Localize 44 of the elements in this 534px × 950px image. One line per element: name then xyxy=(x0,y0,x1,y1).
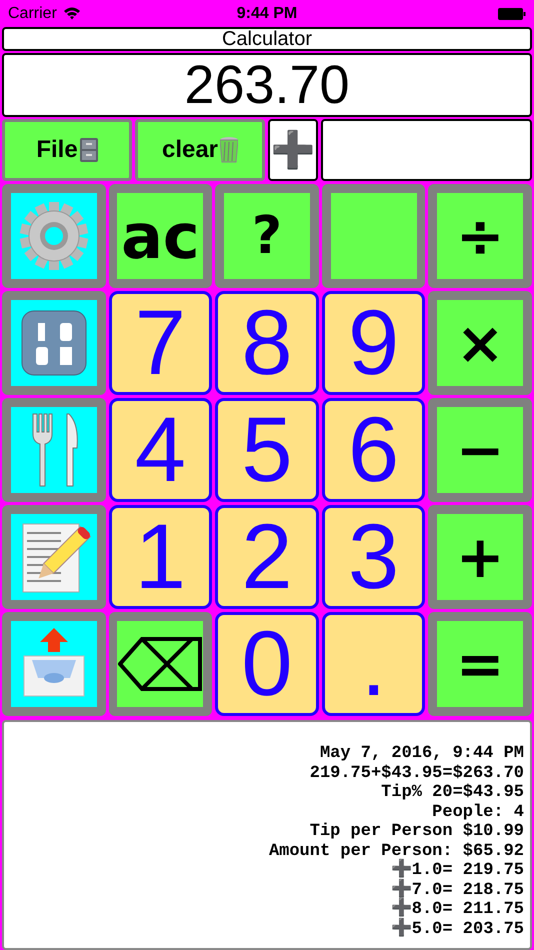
digit-key[interactable]: 0 xyxy=(215,612,319,716)
carrier-label: Carrier xyxy=(8,4,57,22)
digit-key[interactable]: 7 xyxy=(108,291,212,395)
tape-line: Tip% 20=$43.95 xyxy=(381,783,524,802)
file-button[interactable]: File xyxy=(2,119,132,181)
backspace-key[interactable] xyxy=(117,621,204,707)
add-button[interactable]: ➕ xyxy=(268,119,318,181)
function-key[interactable]: ? xyxy=(224,193,310,279)
digit-key[interactable]: . xyxy=(322,612,426,716)
clear-button[interactable]: clear xyxy=(135,119,265,181)
digit-key[interactable]: 1 xyxy=(108,505,212,609)
tape-line: Tip per Person $10.99 xyxy=(310,822,524,842)
digit-key[interactable]: 6 xyxy=(322,398,426,502)
input-field[interactable] xyxy=(321,119,532,181)
wastebasket-icon xyxy=(220,137,238,163)
number-tile-icon xyxy=(20,309,88,377)
tape-line: People: 4 xyxy=(432,802,524,822)
status-time: 9:44 PM xyxy=(236,4,298,22)
window-title: Calculator xyxy=(2,27,532,51)
digit-key[interactable]: 5 xyxy=(215,398,319,502)
tape-line: May 7, 2016, 9:44 PM xyxy=(320,744,524,764)
digit-key[interactable]: 8 xyxy=(215,291,319,395)
tape-line: ➕5.0= 203.75 xyxy=(390,920,524,939)
function-key[interactable]: ac xyxy=(117,193,204,279)
tape-line: 219.75+$43.95=$263.70 xyxy=(310,764,524,783)
operator-key[interactable]: ÷ xyxy=(437,193,524,279)
backspace-icon xyxy=(118,636,202,692)
shortcut-button[interactable] xyxy=(10,300,97,386)
shortcut-button[interactable] xyxy=(10,407,97,493)
file-cabinet-icon xyxy=(80,138,98,162)
operator-key[interactable]: + xyxy=(437,514,524,600)
operator-key[interactable]: − xyxy=(437,407,524,493)
operator-key[interactable]: = xyxy=(437,621,524,707)
digit-key[interactable]: 9 xyxy=(322,291,426,395)
shortcut-button[interactable] xyxy=(10,621,97,707)
digit-key[interactable]: 3 xyxy=(322,505,426,609)
gear-icon xyxy=(18,200,90,272)
digit-key[interactable]: 4 xyxy=(108,398,212,502)
battery-icon xyxy=(498,8,526,20)
digit-key[interactable]: 2 xyxy=(215,505,319,609)
shortcut-button[interactable] xyxy=(10,514,97,600)
operator-key[interactable]: × xyxy=(437,300,524,386)
wifi-icon xyxy=(62,7,81,20)
result-display: 263.70 xyxy=(2,53,532,117)
